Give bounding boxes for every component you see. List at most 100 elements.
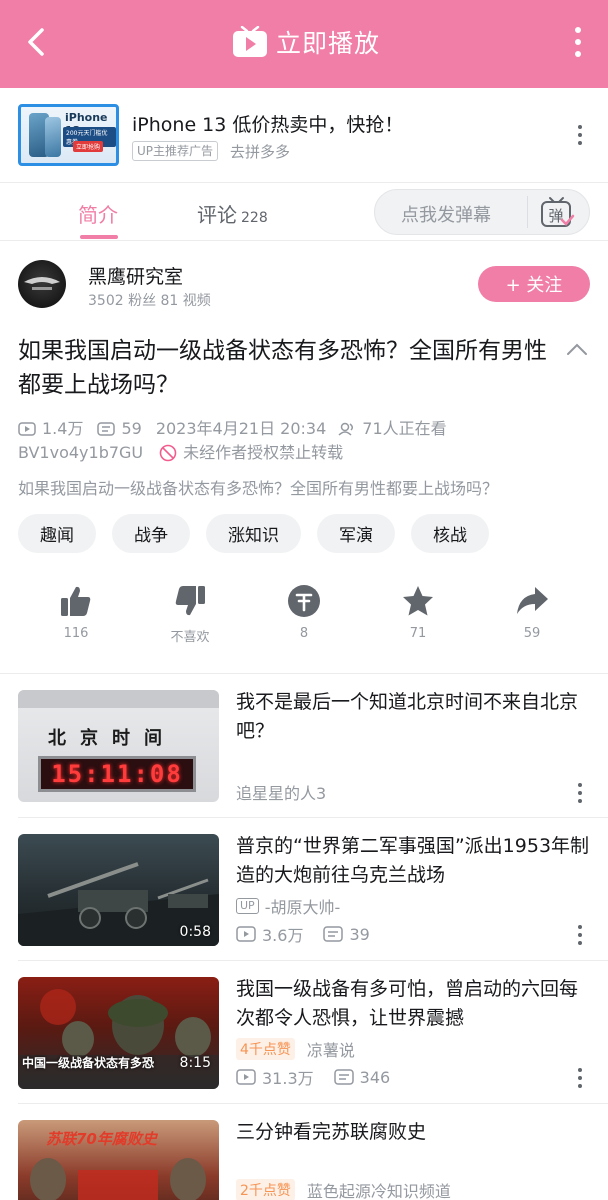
card-more-icon[interactable] (576, 1067, 584, 1089)
card-more-icon[interactable] (576, 782, 584, 804)
dislike-label: 不喜欢 (170, 630, 210, 645)
tag-item[interactable]: 趣闻 (18, 514, 96, 553)
thumbs-down-icon (175, 586, 205, 616)
more-vertical-icon[interactable] (572, 24, 584, 60)
watching-count: 71人正在看 (362, 419, 447, 438)
related-title[interactable]: 我国一级战备有多可怕，曾启动的六回每次都令人恐惧，让世界震撼 (236, 975, 596, 1033)
danmaku-count-icon (323, 926, 344, 942)
share-button[interactable]: 59 (492, 584, 572, 641)
play-now-button[interactable]: 立即播放 (232, 22, 380, 62)
tab-intro[interactable]: 简介 (78, 199, 118, 228)
ad-title[interactable]: iPhone 13 低价热卖中，快抢！ (132, 110, 403, 137)
danmaku-count: 59 (121, 419, 142, 438)
tag-item[interactable]: 核战 (411, 514, 489, 553)
video-duration: 8:15 (179, 1055, 211, 1071)
clock-digits: 15:11:08 (51, 760, 183, 788)
uploader-stats: 3502 粉丝 81 视频 (88, 293, 211, 309)
related-stats: 31.3万 346 (236, 1065, 390, 1089)
thumbnail-caption: 苏联70年腐败史 (46, 1130, 157, 1148)
ad-source[interactable]: 去拼多多 (230, 141, 290, 162)
eagle-logo-icon (24, 277, 60, 290)
play-count-icon (236, 1069, 256, 1085)
author-name: 追星星的人3 (236, 784, 327, 803)
collapse-chevron-icon[interactable] (566, 342, 588, 356)
likes-badge: 2千点赞 (236, 1179, 295, 1200)
author-name: 凉薯说 (306, 1041, 355, 1060)
play-count-icon (236, 926, 256, 942)
danmaku-count-icon (97, 422, 116, 436)
author-name: -胡原大帅- (264, 898, 341, 917)
back-arrow-icon[interactable] (22, 24, 52, 60)
thumbnail-caption: 北京时间 (48, 728, 176, 749)
play-now-label: 立即播放 (276, 29, 381, 58)
video-thumbnail[interactable]: 中国一级战备状态有多恐 8:15 (18, 977, 219, 1089)
likes-badge: 4千点赞 (236, 1038, 295, 1060)
watching-icon (338, 422, 354, 436)
ad-badge: UP主推荐广告 (132, 141, 219, 161)
star-icon (403, 586, 433, 616)
play-count-icon (18, 422, 36, 436)
video-description: 如果我国启动一级战备状态有多恐怖？全国所有男性都要上战场吗？ (18, 479, 499, 498)
thumbnail-frame (18, 690, 219, 708)
uploader-name[interactable]: 黑鹰研究室 (88, 262, 183, 289)
related-title[interactable]: 三分钟看完苏联腐败史 (236, 1118, 596, 1147)
related-author: 4千点赞 凉薯说 (236, 1037, 355, 1061)
danmaku-count: 346 (359, 1067, 391, 1087)
related-video-card[interactable]: 苏联70年腐败史 三分钟看完苏联腐败史 2千点赞 蓝色起源冷知识频道 (0, 1104, 608, 1200)
coin-count: 8 (299, 626, 309, 641)
no-repost-icon (159, 444, 177, 462)
avatar[interactable] (18, 260, 66, 308)
related-video-card[interactable]: 北京时间 15:11:08 我不是最后一个知道北京时间不来自北京吧？ 追星星的人… (0, 674, 608, 816)
tab-comments-label: 评论 (197, 203, 237, 227)
video-thumbnail[interactable]: 北京时间 15:11:08 (18, 690, 219, 802)
tab-comments[interactable]: 评论 228 (197, 199, 268, 228)
related-video-card[interactable]: 0:58 普京的“世界第二军事强国”派出1953年制造的大炮前往乌克兰战场 UP… (0, 818, 608, 960)
ad-thumb-buy: 立即抢购 (73, 141, 104, 152)
top-bar: 立即播放 (0, 0, 608, 88)
follow-button[interactable]: + 关注 (478, 266, 590, 302)
related-title[interactable]: 普京的“世界第二军事强国”派出1953年制造的大炮前往乌克兰战场 (236, 832, 596, 890)
ad-more-icon[interactable] (576, 124, 584, 146)
coin-button[interactable]: 8 (264, 584, 344, 641)
thumbs-up-icon (61, 586, 91, 616)
view-count: 1.4万 (42, 419, 84, 438)
danmaku-placeholder: 点我发弹幕 (401, 205, 491, 226)
up-badge: UP (236, 898, 259, 914)
no-repost-text: 未经作者授权禁止转载 (183, 443, 344, 462)
danmaku-count: 39 (349, 924, 370, 944)
tag-list: 趣闻 战争 涨知识 军演 核战 (18, 514, 489, 553)
dislike-button[interactable]: 不喜欢 (150, 584, 230, 645)
tag-item[interactable]: 军演 (317, 514, 395, 553)
author-name: 蓝色起源冷知识频道 (306, 1182, 451, 1200)
ad-thumbnail[interactable]: iPhone 13 200元天门槛优惠券 立即抢购 (18, 104, 119, 166)
favorite-button[interactable]: 71 (378, 584, 458, 641)
share-icon (517, 587, 548, 614)
favorite-count: 71 (409, 626, 427, 641)
like-button[interactable]: 116 (36, 584, 116, 641)
tag-item[interactable]: 涨知识 (206, 514, 301, 553)
danmaku-count-icon (333, 1069, 354, 1085)
card-more-icon[interactable] (576, 924, 584, 946)
phone-image (45, 117, 61, 157)
related-author: 追星星的人3 (236, 780, 326, 804)
video-thumbnail[interactable]: 0:58 (18, 834, 219, 946)
related-video-card[interactable]: 中国一级战备状态有多恐 8:15 我国一级战备有多可怕，曾启动的六回每次都令人恐… (0, 961, 608, 1103)
related-title[interactable]: 我不是最后一个知道北京时间不来自北京吧？ (236, 688, 596, 746)
related-author: UP -胡原大帅- (236, 894, 340, 918)
danmaku-input[interactable]: 点我发弹幕 弹 (374, 189, 590, 235)
video-thumbnail[interactable]: 苏联70年腐败史 (18, 1120, 219, 1200)
comments-count: 228 (241, 210, 268, 226)
like-count: 116 (63, 626, 89, 641)
tag-item[interactable]: 战争 (112, 514, 190, 553)
danmaku-divider (527, 196, 528, 228)
related-stats: 3.6万 39 (236, 922, 370, 946)
coin-icon (288, 585, 320, 617)
danmaku-toggle-icon[interactable]: 弹 (539, 196, 575, 230)
view-count: 31.3万 (262, 1069, 314, 1088)
share-count: 59 (523, 626, 541, 641)
digital-clock: 15:11:08 (38, 756, 196, 792)
thumbnail-caption: 中国一级战备状态有多恐 (22, 1056, 155, 1070)
related-author: 2千点赞 蓝色起源冷知识频道 (236, 1178, 451, 1200)
tab-active-indicator (80, 235, 118, 239)
video-meta: 1.4万 59 2023年4月21日 20:34 71人正在看 BV1vo4y1… (18, 418, 598, 464)
